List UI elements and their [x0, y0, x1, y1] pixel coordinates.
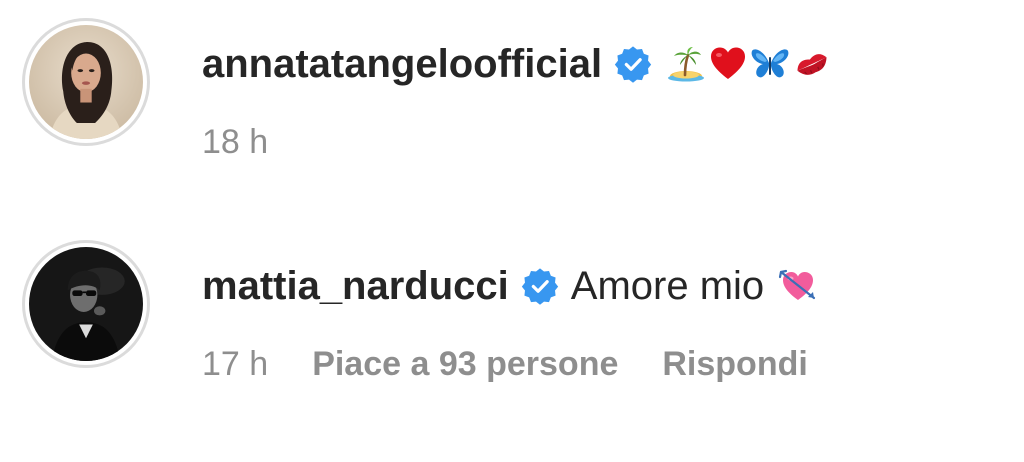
- kiss-mark-emoji: [792, 44, 832, 84]
- comment-meta: 17 h Piace a 93 persone Rispondi: [202, 342, 808, 386]
- comment-meta: 18 h: [202, 120, 268, 164]
- avatar[interactable]: [22, 240, 150, 368]
- reply-button[interactable]: Rispondi: [662, 345, 807, 384]
- comment-text: Amore mio: [570, 263, 765, 308]
- avatar-photo: [29, 25, 143, 139]
- likes-count-link[interactable]: Piace a 93 persone: [312, 345, 618, 384]
- username-link[interactable]: annatatangeloofficial: [202, 42, 602, 87]
- red-heart-emoji: [708, 44, 748, 84]
- avatar[interactable]: [22, 18, 150, 146]
- username-link[interactable]: mattia_narducci: [202, 264, 509, 309]
- verified-badge-icon: [614, 45, 652, 83]
- desert-island-emoji: [666, 44, 706, 84]
- comment-line: mattia_narducci Amore mio: [202, 262, 818, 310]
- comment-line: annatatangeloofficial: [202, 40, 832, 88]
- verified-badge-icon: [521, 267, 559, 305]
- comment-timestamp: 18 h: [202, 122, 269, 161]
- heart-with-arrow-emoji: [778, 266, 818, 306]
- comment-timestamp: 17 h: [202, 344, 269, 383]
- blue-butterfly-emoji: [750, 44, 790, 84]
- avatar-photo: [29, 247, 143, 361]
